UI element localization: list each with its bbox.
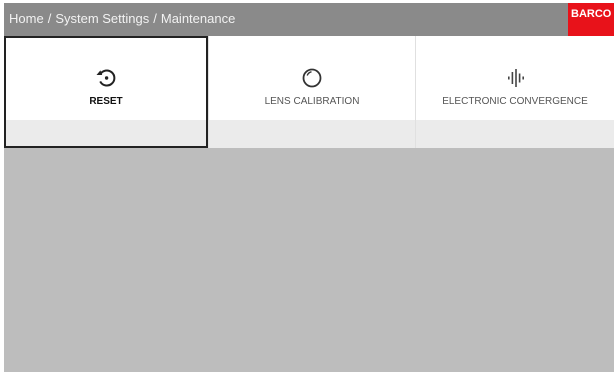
maintenance-tiles: RESET LENS CALIBRATION ELECTRONIC CONVER… <box>4 36 614 148</box>
electronic-convergence-tile[interactable]: ELECTRONIC CONVERGENCE <box>415 36 614 148</box>
breadcrumb-system-settings[interactable]: System Settings <box>55 11 149 26</box>
lens-calibration-label: LENS CALIBRATION <box>264 96 360 107</box>
tile-footer <box>209 120 415 148</box>
logo-text: BARCO <box>571 8 612 20</box>
tile-footer <box>416 120 614 148</box>
reset-icon <box>96 69 116 87</box>
breadcrumb: Home / System Settings / Maintenance <box>9 11 235 26</box>
breadcrumb-separator: / <box>47 11 52 26</box>
maintenance-screen: Home / System Settings / Maintenance BARCO R… <box>4 3 614 372</box>
lens-calibration-tile[interactable]: LENS CALIBRATION <box>208 36 415 148</box>
electronic-convergence-icon <box>508 69 524 87</box>
electronic-convergence-label: ELECTRONIC CONVERGENCE <box>442 96 588 107</box>
reset-label: RESET <box>89 96 123 107</box>
breadcrumb-home[interactable]: Home <box>9 11 44 26</box>
breadcrumb-separator: / <box>153 11 157 26</box>
barco-logo: BARCO <box>568 3 614 37</box>
reset-tile[interactable]: RESET <box>4 36 208 148</box>
top-bar: Home / System Settings / Maintenance BARCO <box>4 3 614 37</box>
breadcrumb-maintenance: Maintenance <box>160 11 236 26</box>
tile-footer <box>6 120 206 146</box>
lens-calibration-icon <box>302 68 322 88</box>
